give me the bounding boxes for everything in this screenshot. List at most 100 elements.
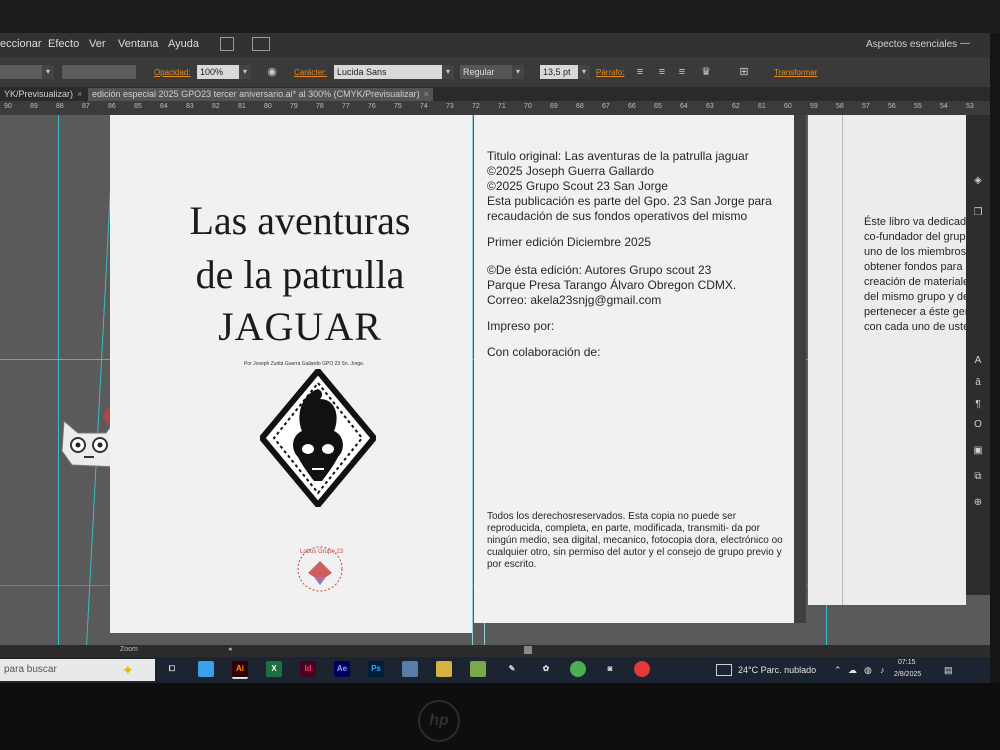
recolor-icon[interactable]: ◉ <box>266 66 278 78</box>
menu-view[interactable]: Ver <box>89 38 106 50</box>
clock-time[interactable]: 07:15 <box>898 659 916 666</box>
network-icon[interactable]: ◍ <box>864 657 872 683</box>
paragraph-styles-icon[interactable]: ¶ <box>972 399 984 411</box>
ruler-tick-label: 62 <box>732 103 740 110</box>
fill-swatch[interactable] <box>0 65 42 79</box>
artboard-credits[interactable]: Titulo original: Las aventuras de la pat… <box>474 115 794 623</box>
cover-author-line: Por Joseph Zuritá Guerra Gallardo GPO 2… <box>244 361 365 367</box>
horizontal-ruler[interactable]: 90 89 88 87 86 85 84 83 82 81 80 79 78 77 76 75 74 73 72 71… <box>0 101 990 116</box>
transform-label[interactable]: Transformar <box>774 68 817 77</box>
task-view-icon[interactable]: ⧠ <box>164 661 180 677</box>
screen: eccionar Efecto Ver Ventana Ayuda Aspect… <box>0 33 990 683</box>
indesign-app-icon[interactable]: Id <box>300 661 316 677</box>
bridge-icon[interactable] <box>220 37 234 51</box>
ruler-tick-label: 87 <box>82 103 90 110</box>
weather-icon[interactable] <box>716 664 732 676</box>
paragraph-label[interactable]: Párrafo: <box>596 68 624 77</box>
close-icon[interactable]: × <box>424 89 429 99</box>
stroke-swatch[interactable] <box>62 65 136 79</box>
align-objects-icon[interactable]: ⊞ <box>738 66 750 78</box>
pen-app-icon[interactable]: ✎ <box>504 661 520 677</box>
opacity-field[interactable]: 100% <box>197 65 239 79</box>
menu-effect[interactable]: Efecto <box>48 38 79 50</box>
zoom-label[interactable]: Zoom <box>120 646 138 653</box>
font-style-dropdown-icon[interactable]: ▾ <box>512 65 524 79</box>
guide-vertical[interactable] <box>58 115 59 645</box>
ruler-tick-label: 90 <box>4 103 12 110</box>
menu-help[interactable]: Ayuda <box>168 38 199 50</box>
fill-dropdown-icon[interactable]: ▾ <box>42 65 54 79</box>
pathfinder-icon[interactable]: ⧉ <box>972 471 984 483</box>
align-right-icon[interactable]: ≡ <box>676 66 688 78</box>
character-panel-icon[interactable]: A <box>972 355 984 367</box>
font-family-field[interactable]: Lucida Sans <box>334 65 442 79</box>
close-icon[interactable]: × <box>77 89 82 99</box>
photoshop-app-icon[interactable]: Ps <box>368 661 384 677</box>
font-size-field[interactable]: 13,5 pt <box>540 65 578 79</box>
menu-window[interactable]: Ventana <box>118 38 158 50</box>
font-family-dropdown-icon[interactable]: ▾ <box>442 65 454 79</box>
artboard-cover[interactable]: Las aventuras de la patrulla JAGUAR Por … <box>110 115 472 633</box>
links-icon[interactable]: ⊕ <box>972 497 984 509</box>
jaguar-skull-emblem <box>260 369 376 507</box>
credits-rights-notice: Todos los derechosreservados. Esta copia… <box>487 511 783 570</box>
after-effects-app-icon[interactable]: Ae <box>334 661 350 677</box>
guide-vertical[interactable] <box>472 115 473 645</box>
monitor-bezel-bottom <box>0 683 1000 750</box>
file-explorer-icon[interactable] <box>436 661 452 677</box>
opacity-label[interactable]: Opacidad: <box>154 68 190 77</box>
minimize-icon[interactable]: — <box>960 38 970 49</box>
scroll-left-icon[interactable]: ◂ <box>228 645 232 653</box>
ruler-tick-label: 58 <box>836 103 844 110</box>
credits-publisher-block: ©De ésta edición: Autores Grupo scout 23… <box>487 263 737 307</box>
tab-document-1[interactable]: YK/Previsualizar) × <box>0 88 86 101</box>
tab-document-2[interactable]: edición especial 2025 GPO23 tercer anive… <box>88 88 433 101</box>
ruler-tick-label: 76 <box>368 103 376 110</box>
tray-overflow-icon[interactable]: ⌃ <box>834 657 842 683</box>
notes-app-icon[interactable] <box>470 661 486 677</box>
opacity-dropdown-icon[interactable]: ▾ <box>239 65 251 79</box>
ruler-tick-label: 78 <box>316 103 324 110</box>
ruler-tick-label: 61 <box>758 103 766 110</box>
transparency-icon[interactable]: ▣ <box>972 445 984 457</box>
clock-date[interactable]: 2/8/2025 <box>894 671 921 678</box>
glyphs-icon[interactable]: ā <box>972 377 984 389</box>
notifications-icon[interactable]: ▤ <box>944 657 953 683</box>
menu-select[interactable]: eccionar <box>0 38 42 50</box>
excel-app-icon[interactable]: X <box>266 661 282 677</box>
font-style-field[interactable]: Regular <box>460 65 512 79</box>
ruler-tick-label: 89 <box>30 103 38 110</box>
camera-app-icon[interactable]: ◙ <box>602 661 618 677</box>
chrome-app-icon[interactable] <box>634 661 650 677</box>
crown-icon[interactable]: ♛ <box>700 66 712 78</box>
opentype-icon[interactable]: O <box>972 419 984 431</box>
align-center-icon[interactable]: ≡ <box>656 66 668 78</box>
volume-icon[interactable]: ♪ <box>880 657 885 683</box>
copilot-icon[interactable] <box>198 661 214 677</box>
file-app-icon[interactable] <box>402 661 418 677</box>
ruler-tick-label: 60 <box>784 103 792 110</box>
artboard-dedication[interactable]: Éste libro va dedicad co-fundador del gr… <box>808 115 982 605</box>
align-left-icon[interactable]: ≡ <box>634 66 646 78</box>
onedrive-icon[interactable]: ☁ <box>848 657 857 683</box>
ruler-tick-label: 67 <box>602 103 610 110</box>
artboard-bleed-edge <box>842 115 843 605</box>
artboards-icon[interactable]: ❐ <box>972 207 984 219</box>
ruler-tick-label: 72 <box>472 103 480 110</box>
search-highlight-icon[interactable]: ✦ <box>122 662 134 679</box>
font-size-dropdown-icon[interactable]: ▾ <box>578 65 590 79</box>
layers-icon[interactable]: ◈ <box>972 175 984 187</box>
ruler-tick-label: 68 <box>576 103 584 110</box>
weather-text[interactable]: 24°C Parc. nublado <box>738 657 816 683</box>
workspace-switcher[interactable]: Aspectos esenciales <box>866 39 957 50</box>
ruler-tick-label: 82 <box>212 103 220 110</box>
credits-printed-by: Impreso por: <box>487 319 555 333</box>
horizontal-scrollbar-thumb[interactable] <box>524 646 532 654</box>
arrange-documents-icon[interactable] <box>252 37 270 51</box>
canvas[interactable]: Las aventuras de la patrulla JAGUAR Por … <box>0 115 990 645</box>
illustrator-app-icon[interactable]: Ai <box>232 661 248 679</box>
browser-app-icon[interactable] <box>570 661 586 677</box>
paint-app-icon[interactable]: ✿ <box>538 661 554 677</box>
ruler-tick-label: 66 <box>628 103 636 110</box>
character-label[interactable]: Carácter: <box>294 68 327 77</box>
